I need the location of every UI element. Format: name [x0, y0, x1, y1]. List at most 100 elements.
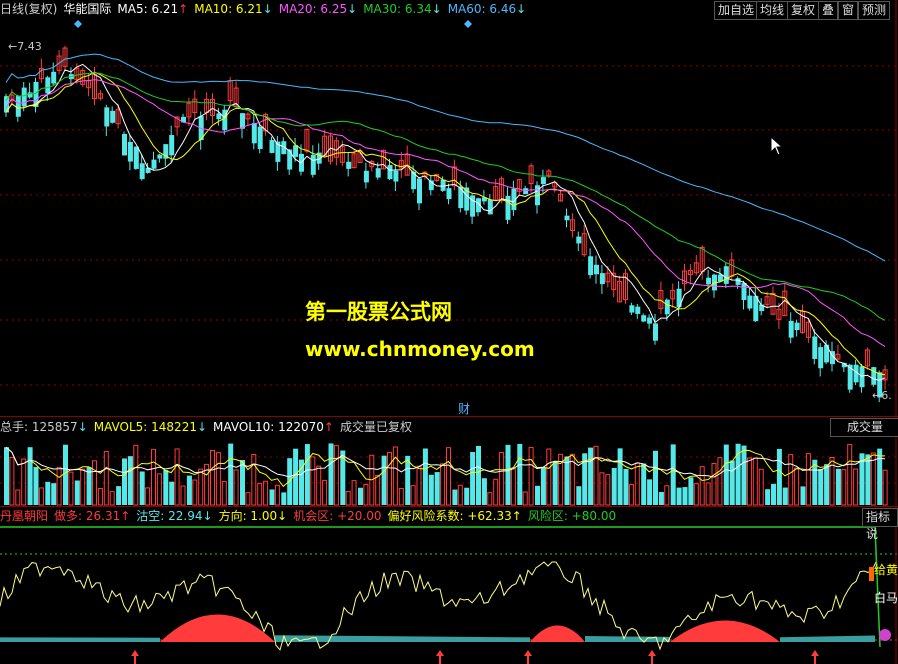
forecast-button[interactable]: 预测 [858, 1, 891, 20]
ma5-line [5, 63, 886, 381]
overlay-button[interactable]: 叠 [818, 1, 839, 20]
finance-marker[interactable]: 财 [458, 400, 470, 417]
volume-bar [263, 480, 269, 506]
candle [818, 343, 824, 377]
volume-bar [240, 460, 245, 505]
volume-bar [605, 474, 611, 506]
volume-note: 成交量已复权 [339, 420, 412, 434]
volume-bar [505, 444, 511, 505]
candle [569, 213, 575, 238]
volume-bar [233, 469, 239, 506]
volume-bar [287, 458, 293, 505]
volume-bar [440, 463, 446, 506]
candle [693, 255, 699, 276]
candle [133, 146, 139, 170]
volume-bar [776, 448, 782, 505]
candle [169, 125, 175, 163]
volume-bar [765, 489, 771, 505]
adjust-button[interactable]: 复权 [787, 1, 820, 20]
volume-bar [729, 460, 735, 505]
candle [310, 145, 316, 178]
side-label-1: 给黄 [874, 563, 898, 577]
indicator-chance-zone: 机会区: +20.00 [293, 509, 382, 523]
volume-bar [38, 487, 44, 506]
volume-bar [245, 492, 251, 506]
volume-bar [274, 484, 280, 506]
volume-bar [611, 467, 617, 505]
buy-arrow [811, 650, 819, 664]
volume-bar [21, 458, 27, 506]
volume-bar [705, 482, 711, 506]
volume-bar [487, 492, 493, 506]
add-watchlist-button[interactable]: 加自选 [714, 1, 759, 20]
volume-bar [405, 455, 411, 505]
volume-bar [464, 487, 470, 505]
volume-bar [847, 444, 853, 506]
candle [629, 302, 635, 315]
volume-pane[interactable]: 总手: 125857↓ MAVOL5: 148221↓ MAVOL10: 12207… [0, 416, 898, 507]
candle [741, 280, 747, 310]
volume-button[interactable]: 成交量 [830, 418, 898, 437]
candle [115, 103, 121, 129]
ma30-line [5, 72, 886, 321]
candle [157, 153, 163, 163]
volume-bar [794, 467, 800, 506]
indicator-help-button[interactable]: 指标说 [862, 508, 898, 541]
candle [240, 112, 245, 139]
volume-bar [416, 465, 422, 506]
watermark-url: www.chnmoney.com [305, 337, 535, 361]
indicator-risk-coef: 偏好风险系数: +62.33↑ [387, 509, 522, 523]
volume-bar [310, 456, 316, 506]
indicator-chart[interactable] [0, 507, 898, 664]
volume-bar [865, 454, 871, 505]
volume-bar [476, 445, 481, 505]
volume-bar [446, 447, 451, 506]
buy-arrow [524, 650, 532, 664]
price-pane[interactable]: 日线(复权) 华能国际 MA5: 6.21↑ MA10: 6.21↓ MA20: 6.2… [0, 0, 898, 416]
volume-bar [97, 488, 103, 506]
ma-lines-button[interactable]: 均线 [756, 1, 789, 20]
ma10-label: MA10: 6.21↓ [194, 2, 273, 16]
candle [712, 273, 717, 298]
bear-area [0, 637, 160, 642]
volume-bar [552, 461, 558, 505]
volume-bar [481, 478, 487, 505]
candle [127, 135, 133, 171]
bull-area [670, 620, 780, 642]
volume-bar [628, 484, 634, 506]
indicator-pane[interactable]: 丹凰朝阳 做多: 26.31↑ 沽空: 22.94↓ 方向: 1.00↓ 机会区: +2… [0, 506, 898, 664]
candle [770, 286, 776, 316]
volume-bar [363, 483, 369, 506]
volume-bar [156, 473, 162, 506]
volume-bar [139, 471, 145, 505]
mavol5-label: MAVOL5: 148221↓ [93, 420, 208, 434]
volume-bar [145, 487, 151, 506]
volume-bar [457, 484, 463, 506]
volume-bar [752, 457, 758, 506]
price-header: 日线(复权) 华能国际 MA5: 6.21↑ MA10: 6.21↓ MA20: 6.2… [0, 0, 532, 18]
mouse-cursor [770, 135, 784, 159]
indicator-direction: 方向: 1.00↓ [218, 509, 288, 523]
volume-bar [771, 483, 776, 505]
candle [611, 265, 617, 298]
window-button[interactable]: 窗 [838, 1, 859, 20]
volume-bar [593, 445, 599, 506]
volume-header: 总手: 125857↓ MAVOL5: 148221↓ MAVOL10: 12207… [0, 418, 418, 436]
candle [487, 193, 493, 215]
volume-bar [375, 474, 381, 506]
volume-bar [717, 457, 723, 506]
volume-bar [410, 485, 416, 506]
candle [505, 187, 511, 224]
candle [470, 193, 476, 224]
high-price-label: ←7.43 [8, 40, 42, 53]
candle [110, 106, 116, 124]
candle [635, 303, 641, 319]
volume-bar [381, 455, 387, 505]
candle [759, 298, 765, 316]
volume-bar [27, 447, 33, 505]
volume-bar [576, 486, 582, 505]
volume-bar [186, 475, 192, 505]
candle [835, 344, 841, 361]
volume-bar [676, 487, 682, 505]
volume-bar [304, 444, 310, 505]
